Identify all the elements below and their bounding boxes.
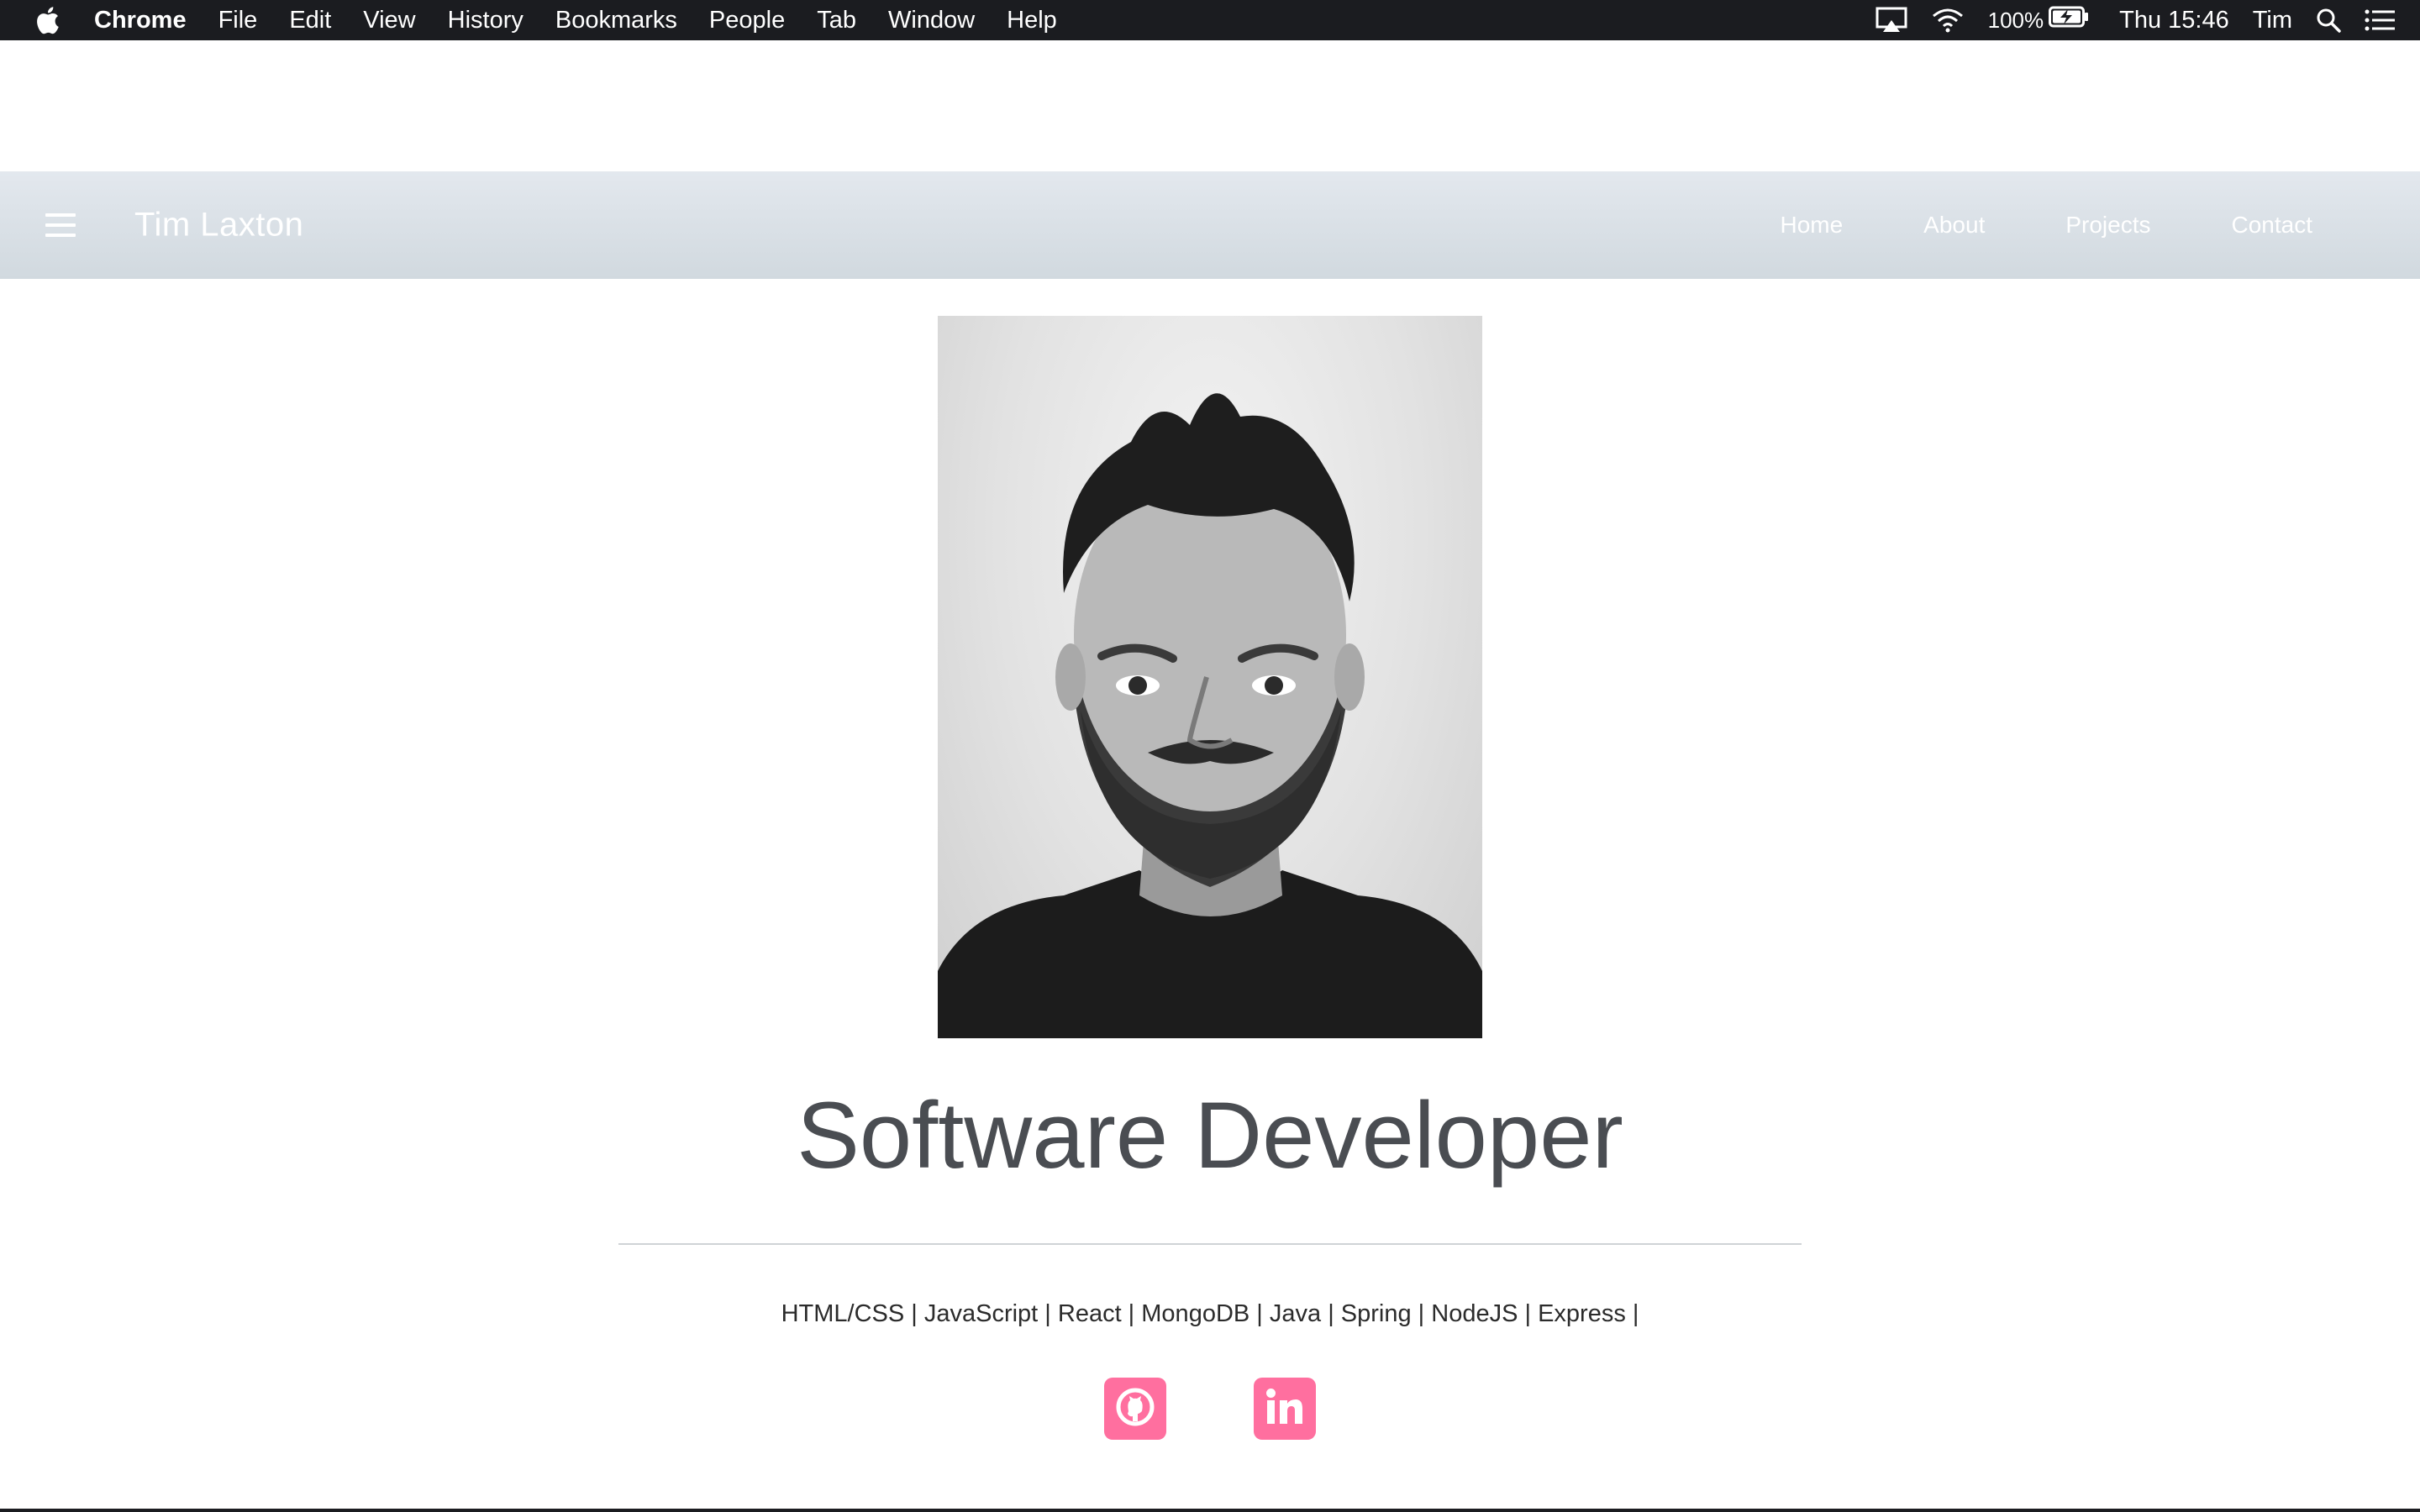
- battery-percentage: 100%: [1987, 7, 2044, 33]
- wifi-icon[interactable]: [1931, 8, 1965, 33]
- page-headline: Software Developer: [797, 1083, 1623, 1188]
- menu-people[interactable]: People: [709, 7, 785, 34]
- linkedin-icon: [1263, 1385, 1307, 1433]
- github-link[interactable]: [1104, 1378, 1166, 1440]
- battery-status[interactable]: 100%: [1988, 6, 2090, 34]
- nav-link-about[interactable]: About: [1923, 212, 1985, 239]
- notification-center-icon[interactable]: [2365, 8, 2395, 32]
- section-divider: [618, 1243, 1802, 1245]
- window-bottom-edge: [0, 1509, 2420, 1512]
- nav-link-contact[interactable]: Contact: [2232, 212, 2313, 239]
- macos-menu-bar: Chrome File Edit View History Bookmarks …: [0, 0, 2420, 40]
- nav-link-projects[interactable]: Projects: [2065, 212, 2150, 239]
- site-brand[interactable]: Tim Laxton: [134, 207, 303, 244]
- hamburger-menu-icon[interactable]: [45, 213, 76, 237]
- airplay-icon[interactable]: [1876, 7, 1907, 34]
- menu-bar-left: Chrome File Edit View History Bookmarks …: [0, 0, 1089, 40]
- browser-blank-area: [0, 40, 2420, 171]
- menu-clock[interactable]: Thu 15:46: [2119, 7, 2229, 34]
- linkedin-link[interactable]: [1254, 1378, 1316, 1440]
- menu-user-name[interactable]: Tim: [2253, 7, 2292, 34]
- spotlight-search-icon[interactable]: [2316, 8, 2341, 33]
- apple-logo-icon[interactable]: [32, 3, 62, 37]
- menu-bar-right: 100% Thu 15:46 Tim: [1876, 0, 2420, 40]
- menu-edit[interactable]: Edit: [289, 7, 331, 34]
- nav-links: Home About Projects Contact: [1780, 171, 2420, 279]
- menu-bookmarks[interactable]: Bookmarks: [555, 7, 677, 34]
- menu-app-name[interactable]: Chrome: [94, 7, 187, 34]
- menu-tab[interactable]: Tab: [817, 7, 856, 34]
- site-navbar: Tim Laxton Home About Projects Contact: [0, 171, 2420, 279]
- battery-charging-icon: [2049, 6, 2089, 34]
- menu-history[interactable]: History: [448, 7, 523, 34]
- menu-file[interactable]: File: [218, 7, 258, 34]
- menu-help[interactable]: Help: [1007, 7, 1057, 34]
- github-icon: [1114, 1386, 1156, 1432]
- menu-view[interactable]: View: [363, 7, 415, 34]
- profile-photo: [938, 316, 1482, 1038]
- menu-window[interactable]: Window: [888, 7, 975, 34]
- skills-list: HTML/CSS | JavaScript | React | MongoDB …: [781, 1300, 1639, 1327]
- nav-link-home[interactable]: Home: [1780, 212, 1843, 239]
